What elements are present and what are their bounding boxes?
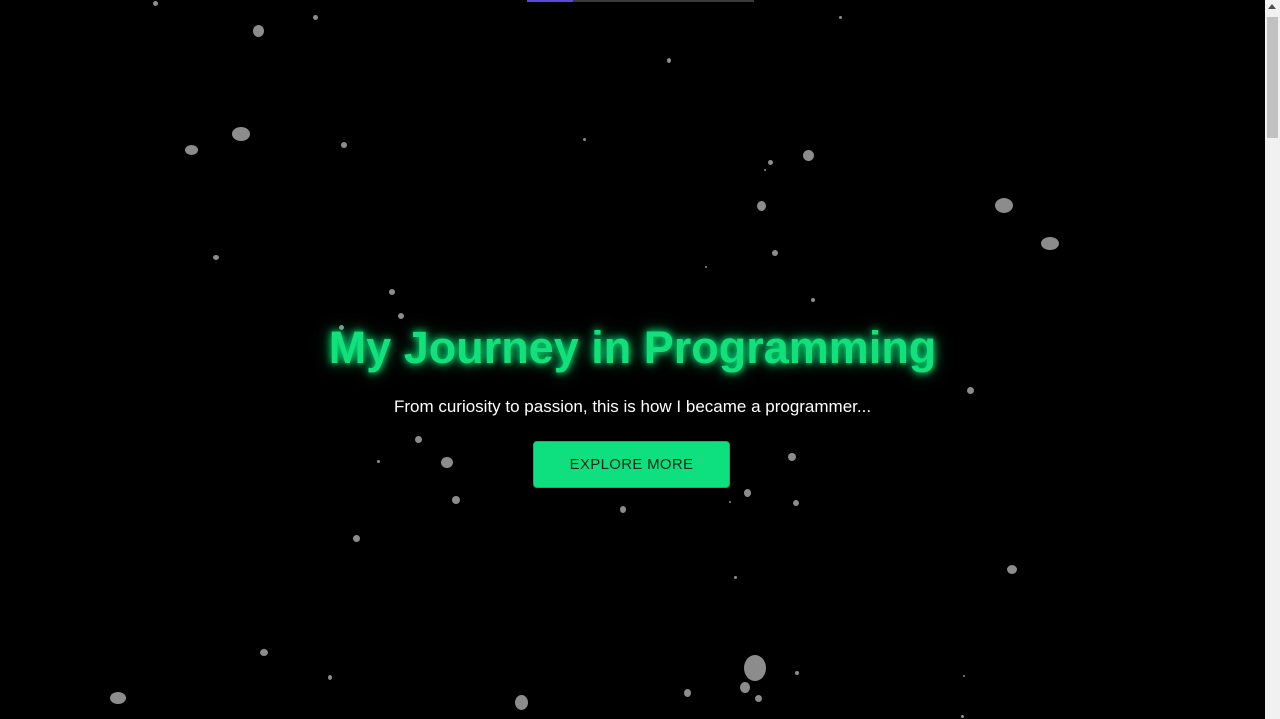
explore-more-button[interactable]: EXPLORE MORE bbox=[533, 441, 730, 488]
hero-subtitle: From curiosity to passion, this is how I… bbox=[393, 397, 872, 416]
hero-section: My Journey in Programming From curiosity… bbox=[0, 0, 1265, 719]
hero-title: My Journey in Programming bbox=[328, 322, 937, 373]
page-viewport: My Journey in Programming From curiosity… bbox=[0, 0, 1265, 719]
chevron-up-icon[interactable] bbox=[1268, 4, 1276, 9]
scrollbar-thumb[interactable] bbox=[1267, 17, 1278, 138]
